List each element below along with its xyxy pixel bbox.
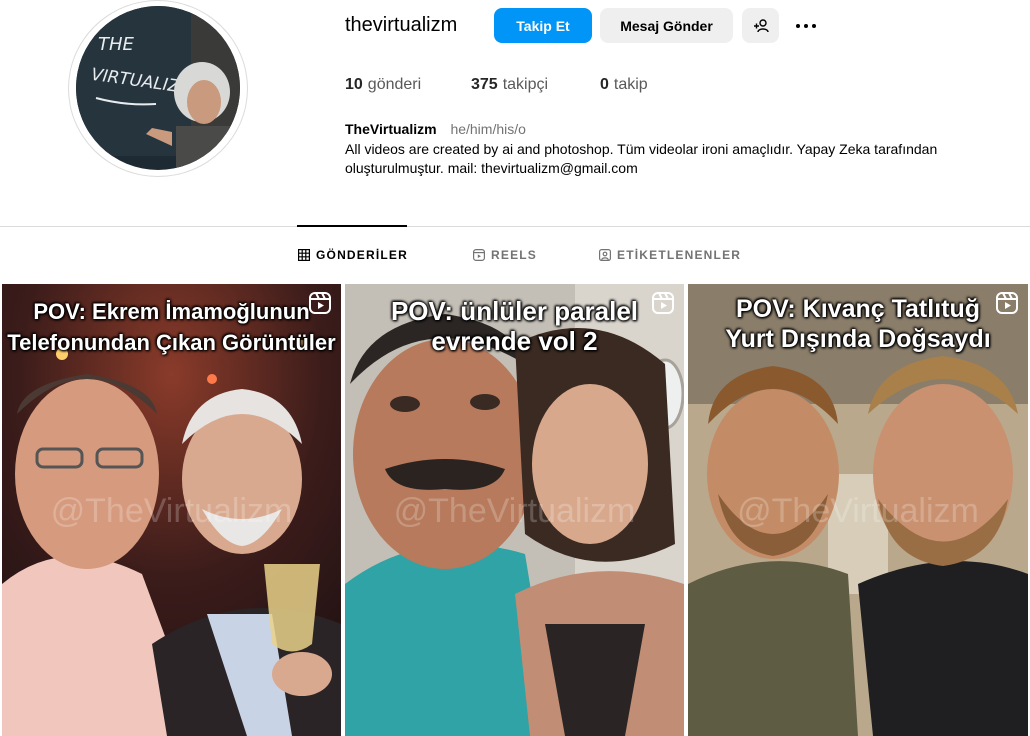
suggest-user-button[interactable] — [742, 8, 779, 43]
grid-icon — [298, 249, 310, 261]
followers-stat[interactable]: 375 takipçi — [471, 76, 600, 94]
post-caption-line-2: Telefonundan Çıkan Görüntüler — [7, 330, 336, 355]
post-caption: POV: Kıvanç Tatlıtuğ Yurt Dışında Doğsay… — [688, 294, 1028, 354]
bio-line-1: All videos are created by ai and photosh… — [345, 141, 938, 157]
post-tile[interactable]: @TheVirtualizm POV: ünlüler paralel evre… — [345, 284, 684, 736]
display-name: TheVirtualizm — [345, 121, 437, 137]
reel-icon — [652, 292, 674, 314]
reel-icon — [996, 292, 1018, 314]
tab-posts-label: GÖNDERİLER — [316, 248, 409, 262]
tabs-divider — [0, 226, 1030, 227]
pronouns: he/him/his/o — [450, 121, 526, 137]
followers-count: 375 — [471, 76, 498, 93]
posts-stat: 10 gönderi — [345, 76, 471, 94]
post-watermark: @TheVirtualizm — [737, 492, 979, 530]
post-caption: POV: Ekrem İmamoğlunun Telefonundan Çıka… — [2, 296, 341, 358]
following-stat[interactable]: 0 takip — [600, 76, 648, 94]
post-caption-line-1: POV: Ekrem İmamoğlunun — [33, 299, 310, 324]
tab-reels[interactable]: REELS — [473, 248, 537, 262]
post-caption-line-1: POV: ünlüler paralel — [390, 296, 639, 326]
active-tab-indicator — [297, 225, 407, 227]
posts-count: 10 — [345, 76, 363, 93]
reel-icon — [309, 292, 331, 314]
avatar[interactable]: THE VIRTUALIZM — [76, 6, 240, 170]
follow-button[interactable]: Takip Et — [494, 8, 592, 43]
posts-label: gönderi — [367, 76, 422, 93]
reels-icon — [473, 249, 485, 261]
tab-posts[interactable]: GÖNDERİLER — [298, 248, 408, 262]
add-person-icon — [753, 18, 769, 32]
following-label: takip — [613, 76, 648, 93]
post-watermark: @TheVirtualizm — [393, 492, 636, 530]
post-caption-line-2: Yurt Dışında Doğsaydı — [725, 325, 991, 353]
bio-text: All videos are created by ai and photosh… — [345, 140, 1005, 178]
profile-stats: 10 gönderi 375 takipçi 0 takip — [345, 76, 648, 94]
post-tile[interactable]: @TheVirtualizm POV: Kıvanç Tatlıtuğ Yurt… — [688, 284, 1028, 736]
profile-username: thevirtualizm — [345, 14, 458, 36]
tab-tagged[interactable]: ETİKETLENENLER — [599, 248, 741, 262]
more-options-button[interactable] — [786, 8, 826, 43]
post-caption-line-1: POV: Kıvanç Tatlıtuğ — [735, 295, 981, 323]
tagged-icon — [599, 249, 611, 261]
more-dots-icon — [796, 23, 800, 28]
avatar-chalk-text-1: THE — [98, 34, 135, 55]
followers-label: takipçi — [502, 76, 549, 93]
bio-header: TheVirtualizm he/him/his/o — [345, 121, 526, 137]
following-count: 0 — [600, 76, 609, 93]
message-button[interactable]: Mesaj Gönder — [600, 8, 733, 43]
avatar-image: THE VIRTUALIZM — [76, 6, 240, 170]
tab-tagged-label: ETİKETLENENLER — [617, 248, 742, 262]
post-watermark: @TheVirtualizm — [50, 492, 293, 530]
post-caption-line-2: evrende vol 2 — [431, 326, 598, 356]
post-tile[interactable]: @TheVirtualizm POV: Ekrem İmamoğlunun Te… — [2, 284, 341, 736]
bio-line-2: oluşturulmuştur. mail: thevirtualizm@gma… — [345, 160, 638, 176]
tab-reels-label: REELS — [491, 248, 538, 262]
post-caption: POV: ünlüler paralel evrende vol 2 — [345, 296, 684, 356]
